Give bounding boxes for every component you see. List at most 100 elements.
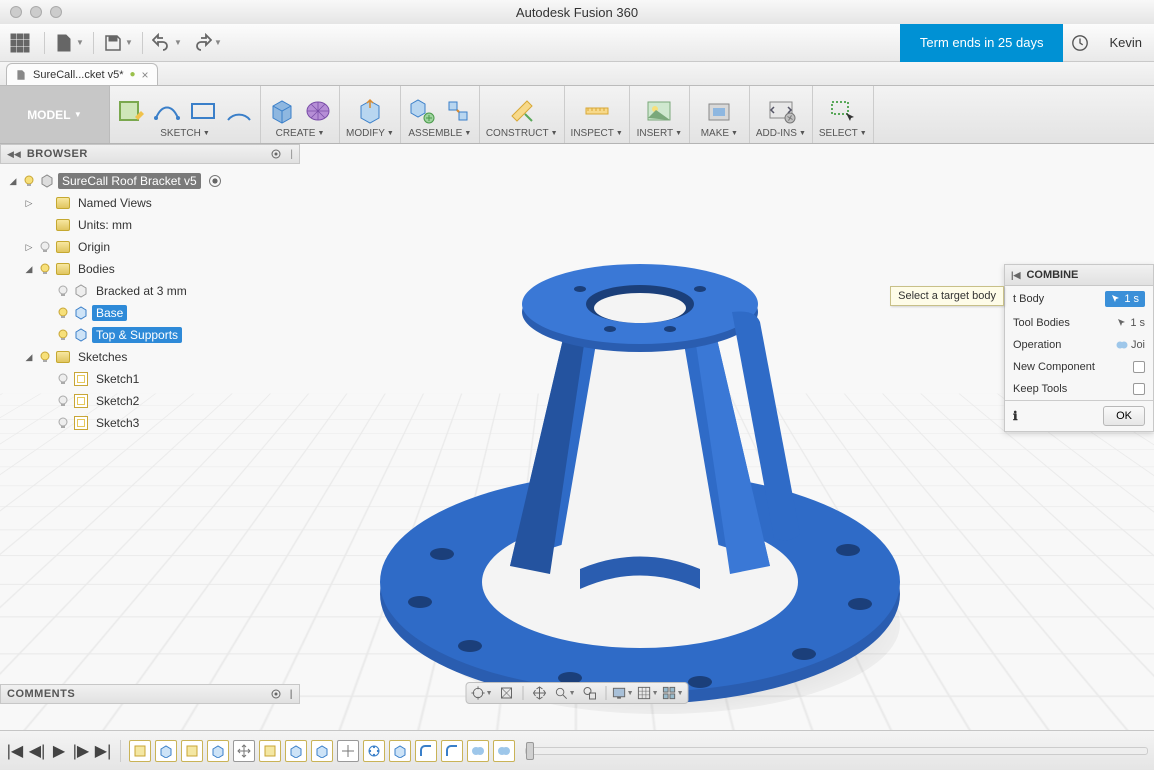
tree-sketch-item[interactable]: Sketch3: [4, 412, 300, 434]
model-body[interactable]: [360, 194, 920, 730]
timeline-extrude-icon[interactable]: [389, 740, 411, 762]
comments-header[interactable]: COMMENTS |: [0, 684, 300, 704]
redo-button[interactable]: ▼: [187, 28, 227, 58]
box-icon[interactable]: [267, 96, 297, 126]
timeline-fillet-icon[interactable]: [415, 740, 437, 762]
visibility-icon[interactable]: [56, 394, 70, 408]
select-icon[interactable]: [828, 96, 858, 126]
rectangle-icon[interactable]: [188, 96, 218, 126]
new-component-checkbox[interactable]: [1133, 361, 1145, 373]
tree-named-views[interactable]: ▷ Named Views: [4, 192, 300, 214]
timeline-start-icon[interactable]: |◀: [6, 742, 24, 760]
close-tab-icon[interactable]: ×: [142, 68, 149, 82]
visibility-icon[interactable]: [56, 284, 70, 298]
timeline-fillet-icon[interactable]: [441, 740, 463, 762]
look-at-icon[interactable]: [496, 684, 518, 702]
ok-button[interactable]: OK: [1103, 406, 1145, 426]
collapse-arrow-icon[interactable]: ◢: [24, 264, 34, 275]
visibility-icon[interactable]: [56, 306, 70, 320]
collapse-arrow-icon[interactable]: ◢: [8, 176, 18, 187]
timeline-combine-icon[interactable]: [467, 740, 489, 762]
file-menu[interactable]: ▼: [49, 28, 89, 58]
browser-header[interactable]: ◀◀ BROWSER |: [0, 144, 300, 164]
tree-body-item[interactable]: Base: [4, 302, 300, 324]
timeline-sketch-icon[interactable]: [181, 740, 203, 762]
timeline-sketch-icon[interactable]: [259, 740, 281, 762]
timeline-extrude-icon[interactable]: [285, 740, 307, 762]
zoom-window-icon[interactable]: [50, 6, 62, 18]
term-notice[interactable]: Term ends in 25 days: [900, 24, 1064, 62]
timeline-move-icon[interactable]: [233, 740, 255, 762]
timeline-sketch-icon[interactable]: [129, 740, 151, 762]
form-icon[interactable]: [303, 96, 333, 126]
collapse-arrow-icon[interactable]: ◢: [24, 352, 34, 363]
collapse-icon[interactable]: |◀: [1011, 270, 1020, 281]
tree-sketch-item[interactable]: Sketch2: [4, 390, 300, 412]
zoom-icon[interactable]: ▼: [554, 684, 576, 702]
job-status-icon[interactable]: [1063, 34, 1097, 52]
viewport-layout-icon[interactable]: ▼: [662, 684, 684, 702]
document-tab[interactable]: SureCall...cket v5* ● ×: [6, 63, 158, 85]
visibility-icon[interactable]: [22, 174, 36, 188]
timeline-extrude-icon[interactable]: [207, 740, 229, 762]
visibility-icon[interactable]: [38, 262, 52, 276]
timeline-extrude-icon[interactable]: [155, 740, 177, 762]
tree-units[interactable]: Units: mm: [4, 214, 300, 236]
timeline-track[interactable]: [525, 747, 1148, 755]
info-icon[interactable]: ℹ: [1013, 409, 1018, 423]
visibility-icon[interactable]: [56, 416, 70, 430]
insert-decal-icon[interactable]: [644, 96, 674, 126]
timeline-pattern-icon[interactable]: [363, 740, 385, 762]
tree-sketches[interactable]: ◢ Sketches: [4, 346, 300, 368]
target-body-selector[interactable]: 1 s: [1105, 291, 1145, 307]
visibility-icon[interactable]: [38, 350, 52, 364]
tool-bodies-selector[interactable]: 1 s: [1117, 317, 1145, 329]
timeline-end-icon[interactable]: ▶|: [94, 742, 112, 760]
create-sketch-icon[interactable]: [116, 96, 146, 126]
tree-sketch-item[interactable]: Sketch1: [4, 368, 300, 390]
activate-radio-icon[interactable]: [209, 175, 221, 187]
joint-icon[interactable]: [443, 96, 473, 126]
save-button[interactable]: ▼: [98, 28, 138, 58]
fit-icon[interactable]: [579, 684, 601, 702]
grid-menu-icon[interactable]: [0, 28, 40, 58]
visibility-icon[interactable]: [56, 328, 70, 342]
timeline-move-icon[interactable]: [337, 740, 359, 762]
viewport[interactable]: ◀◀ BROWSER | ◢ SureCall Roof Bracket v5 …: [0, 144, 1154, 730]
plane-icon[interactable]: [507, 96, 537, 126]
undo-button[interactable]: ▼: [147, 28, 187, 58]
minimize-window-icon[interactable]: [30, 6, 42, 18]
dialog-header[interactable]: |◀ COMBINE: [1005, 265, 1153, 286]
timeline-playhead[interactable]: [526, 742, 534, 760]
display-settings-icon[interactable]: ▼: [612, 684, 634, 702]
scripts-icon[interactable]: [766, 96, 796, 126]
new-component-icon[interactable]: [407, 96, 437, 126]
grid-settings-icon[interactable]: ▼: [637, 684, 659, 702]
spline-icon[interactable]: [152, 96, 182, 126]
pin-icon[interactable]: [270, 688, 282, 700]
tree-root[interactable]: ◢ SureCall Roof Bracket v5: [4, 170, 300, 192]
timeline-step-forward-icon[interactable]: |▶: [72, 742, 90, 760]
expand-arrow-icon[interactable]: ▷: [24, 198, 34, 209]
operation-dropdown[interactable]: Joi: [1116, 339, 1145, 351]
timeline-step-back-icon[interactable]: ◀|: [28, 742, 46, 760]
timeline-combine-icon[interactable]: [493, 740, 515, 762]
tree-bodies[interactable]: ◢ Bodies: [4, 258, 300, 280]
user-menu[interactable]: Kevin: [1097, 35, 1154, 50]
collapse-icon[interactable]: ◀◀: [7, 149, 21, 160]
tree-body-item[interactable]: Bracked at 3 mm: [4, 280, 300, 302]
close-window-icon[interactable]: [10, 6, 22, 18]
pan-icon[interactable]: [529, 684, 551, 702]
timeline-extrude-icon[interactable]: [311, 740, 333, 762]
tree-origin[interactable]: ▷ Origin: [4, 236, 300, 258]
press-pull-icon[interactable]: [355, 96, 385, 126]
visibility-icon[interactable]: [38, 240, 52, 254]
timeline-play-icon[interactable]: ▶: [50, 742, 68, 760]
pin-icon[interactable]: [270, 148, 282, 160]
print-3d-icon[interactable]: [704, 96, 734, 126]
orbit-icon[interactable]: ▼: [471, 684, 493, 702]
arc-icon[interactable]: [224, 96, 254, 126]
keep-tools-checkbox[interactable]: [1133, 383, 1145, 395]
workspace-switcher[interactable]: MODEL ▼: [0, 86, 110, 143]
combine-dialog[interactable]: |◀ COMBINE t Body 1 s Tool Bodies 1 s Op…: [1004, 264, 1154, 432]
